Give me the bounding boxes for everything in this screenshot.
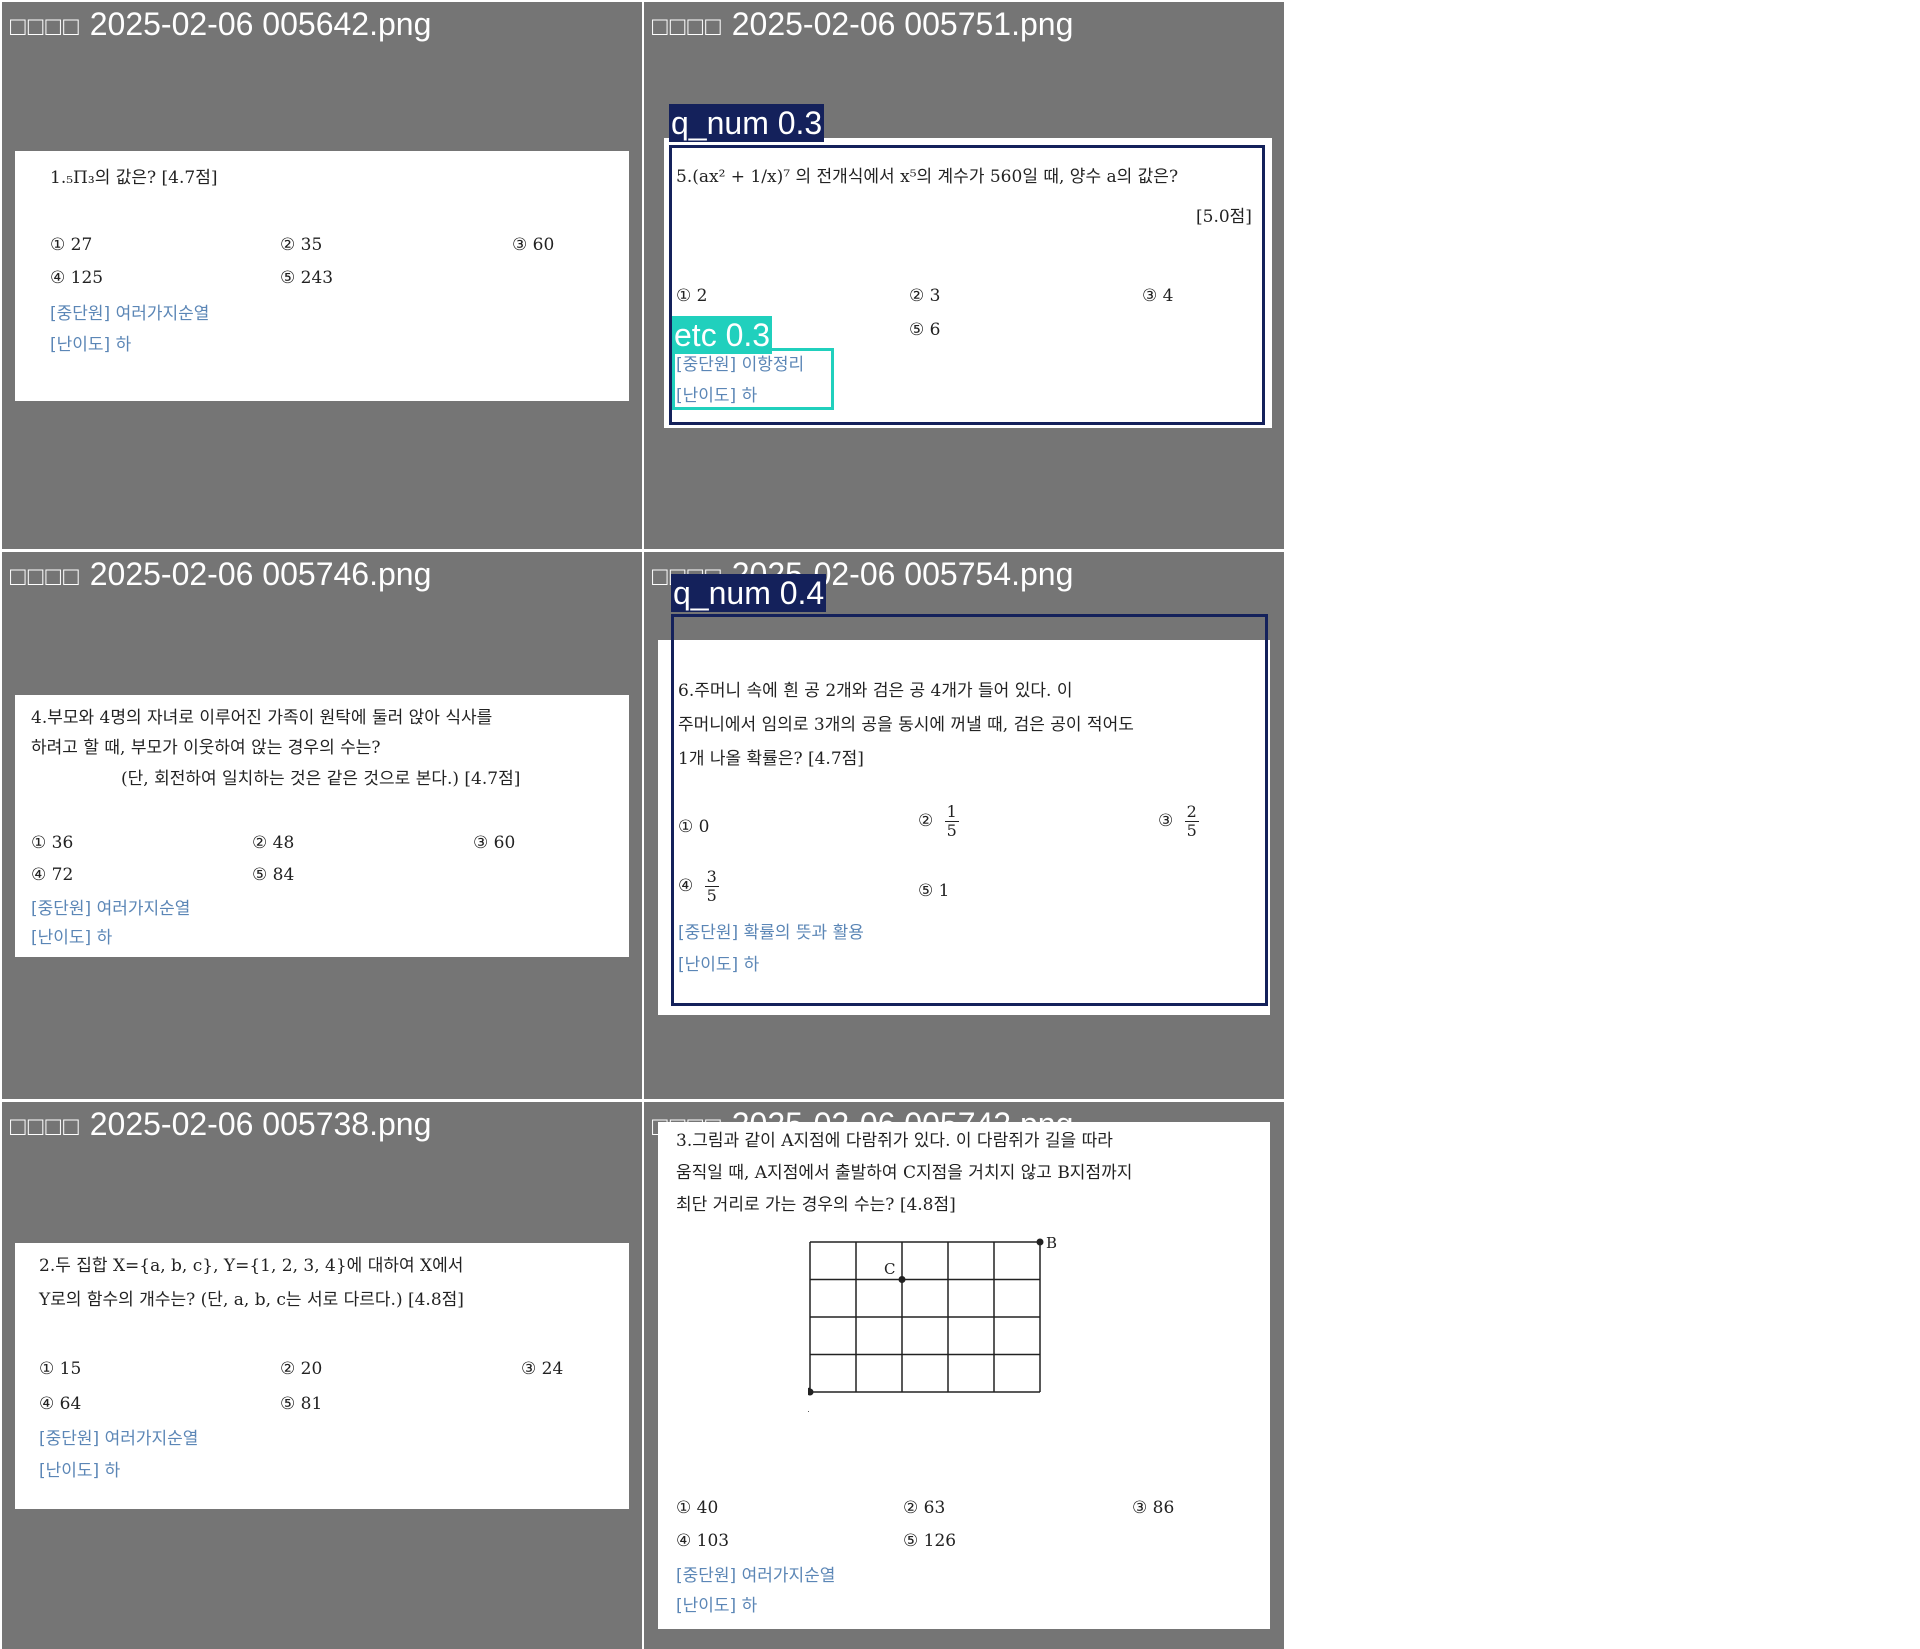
option: ② 20 [280, 1359, 323, 1379]
cell-title: □□□□ 2025-02-06 005642.png [10, 6, 431, 43]
grid-cell-5[interactable]: □□□□ 2025-02-06 005738.png 2.두 집합 X={a, … [2, 1102, 642, 1649]
question-line: 최단 거리로 가는 경우의 수는? [4.8점] [676, 1195, 956, 1215]
unit-label: [중단원] 여러가지순열 [50, 304, 210, 324]
difficulty-label: [난이도] 하 [676, 1596, 758, 1616]
option: ④ 72 [31, 865, 74, 885]
option: ① 15 [39, 1359, 82, 1379]
image-grid: □□□□ 2025-02-06 005642.png 1.₅Π₃의 값은? [4… [0, 0, 1284, 1649]
option: ③ 86 [1132, 1498, 1175, 1518]
grid-cell-3[interactable]: □□□□ 2025-02-06 005746.png 4.부모와 4명의 자녀로… [2, 552, 642, 1099]
lattice-path-figure: A B C [808, 1234, 1057, 1416]
option: ⑤ 84 [252, 865, 295, 885]
cell-title: □□□□ 2025-02-06 005746.png [10, 556, 431, 593]
question-number: 1. [50, 168, 67, 188]
label-a: A [808, 1398, 809, 1416]
difficulty-label: [난이도] 하 [50, 335, 132, 355]
option: ⑤ 126 [903, 1531, 957, 1551]
option: ② 48 [252, 833, 295, 853]
detection-box-etc [672, 348, 834, 410]
missing-glyphs: □□□□ [652, 11, 723, 41]
question-line: (단, 회전하여 일치하는 것은 같은 것으로 본다.) [4.7점] [121, 769, 521, 789]
cell-title: □□□□ 2025-02-06 005751.png [652, 6, 1073, 43]
unit-label: [중단원] 여러가지순열 [676, 1566, 836, 1586]
cell-filename: 2025-02-06 005751.png [731, 6, 1074, 42]
missing-glyphs: □□□□ [10, 561, 81, 591]
grid-cell-1[interactable]: □□□□ 2025-02-06 005642.png 1.₅Π₃의 값은? [4… [2, 2, 642, 549]
detection-label-q-num: q_num 0.3 [669, 104, 825, 142]
cell-filename: 2025-02-06 005738.png [89, 1106, 432, 1142]
option: ③ 60 [512, 235, 555, 255]
point-c [898, 1276, 906, 1283]
question-line: Y로의 함수의 개수는? (단, a, b, c는 서로 다르다.) [4.8점… [39, 1290, 464, 1310]
detection-label-etc: etc 0.3 [672, 316, 773, 354]
question-card: 3.그림과 같이 A지점에 다람쥐가 있다. 이 다람쥐가 길을 따라 움직일 … [658, 1122, 1270, 1629]
point-a [808, 1388, 814, 1396]
option: ⑤ 243 [280, 268, 334, 288]
grid-lines [809, 1241, 1041, 1393]
question-line: 3.그림과 같이 A지점에 다람쥐가 있다. 이 다람쥐가 길을 따라 [676, 1131, 1113, 1151]
option: ① 36 [31, 833, 74, 853]
label-c: C [884, 1260, 895, 1278]
difficulty-label: [난이도] 하 [31, 928, 113, 948]
question-line: 하려고 할 때, 부모가 이웃하여 앉는 경우의 수는? [31, 738, 381, 758]
question-math: ₅Π₃ [66, 168, 95, 188]
cell-title: □□□□ 2025-02-06 005738.png [10, 1106, 431, 1143]
option: ① 40 [676, 1498, 719, 1518]
missing-glyphs: □□□□ [10, 1111, 81, 1141]
question-line: 2.두 집합 X={a, b, c}, Y={1, 2, 3, 4}에 대하여 … [39, 1256, 464, 1276]
detection-label-q-num: q_num 0.4 [671, 574, 827, 612]
question-line: 움직일 때, A지점에서 출발하여 C지점을 거치지 않고 B지점까지 [676, 1163, 1133, 1183]
option: ② 35 [280, 235, 323, 255]
unit-label: [중단원] 여러가지순열 [31, 899, 191, 919]
missing-glyphs: □□□□ [10, 11, 81, 41]
detection-box-q-num [671, 614, 1268, 1006]
option: ③ 24 [521, 1359, 564, 1379]
question-card: 2.두 집합 X={a, b, c}, Y={1, 2, 3, 4}에 대하여 … [15, 1243, 629, 1509]
cell-filename: 2025-02-06 005746.png [89, 556, 432, 592]
option: ⑤ 81 [280, 1394, 323, 1414]
question-card: 4.부모와 4명의 자녀로 이루어진 가족이 원탁에 둘러 앉아 식사를 하려고… [15, 695, 629, 957]
option: ④ 125 [50, 268, 104, 288]
point-b [1036, 1238, 1044, 1246]
difficulty-label: [난이도] 하 [39, 1461, 121, 1481]
grid-cell-2[interactable]: □□□□ 2025-02-06 005751.png 5.(ax² + 1/x)… [644, 2, 1284, 549]
unit-label: [중단원] 여러가지순열 [39, 1429, 199, 1449]
question-body: 의 값은? [4.7점] [94, 168, 218, 188]
option: ① 27 [50, 235, 93, 255]
question-text: 1.₅Π₃의 값은? [4.7점] [50, 161, 218, 195]
option: ③ 60 [473, 833, 516, 853]
option: ② 63 [903, 1498, 946, 1518]
cell-filename: 2025-02-06 005642.png [89, 6, 432, 42]
label-b: B [1046, 1234, 1057, 1252]
grid-cell-4[interactable]: □□□□ 2025-02-06 005754.png 6.주머니 속에 흰 공 … [644, 552, 1284, 1099]
question-card: 1.₅Π₃의 값은? [4.7점] ① 27 ② 35 ③ 60 ④ 125 ⑤… [15, 151, 629, 401]
option: ④ 64 [39, 1394, 82, 1414]
grid-cell-6[interactable]: □□□□ 2025-02-06 005742.png 3.그림과 같이 A지점에… [644, 1102, 1284, 1649]
option: ④ 103 [676, 1531, 730, 1551]
question-line: 4.부모와 4명의 자녀로 이루어진 가족이 원탁에 둘러 앉아 식사를 [31, 708, 493, 728]
